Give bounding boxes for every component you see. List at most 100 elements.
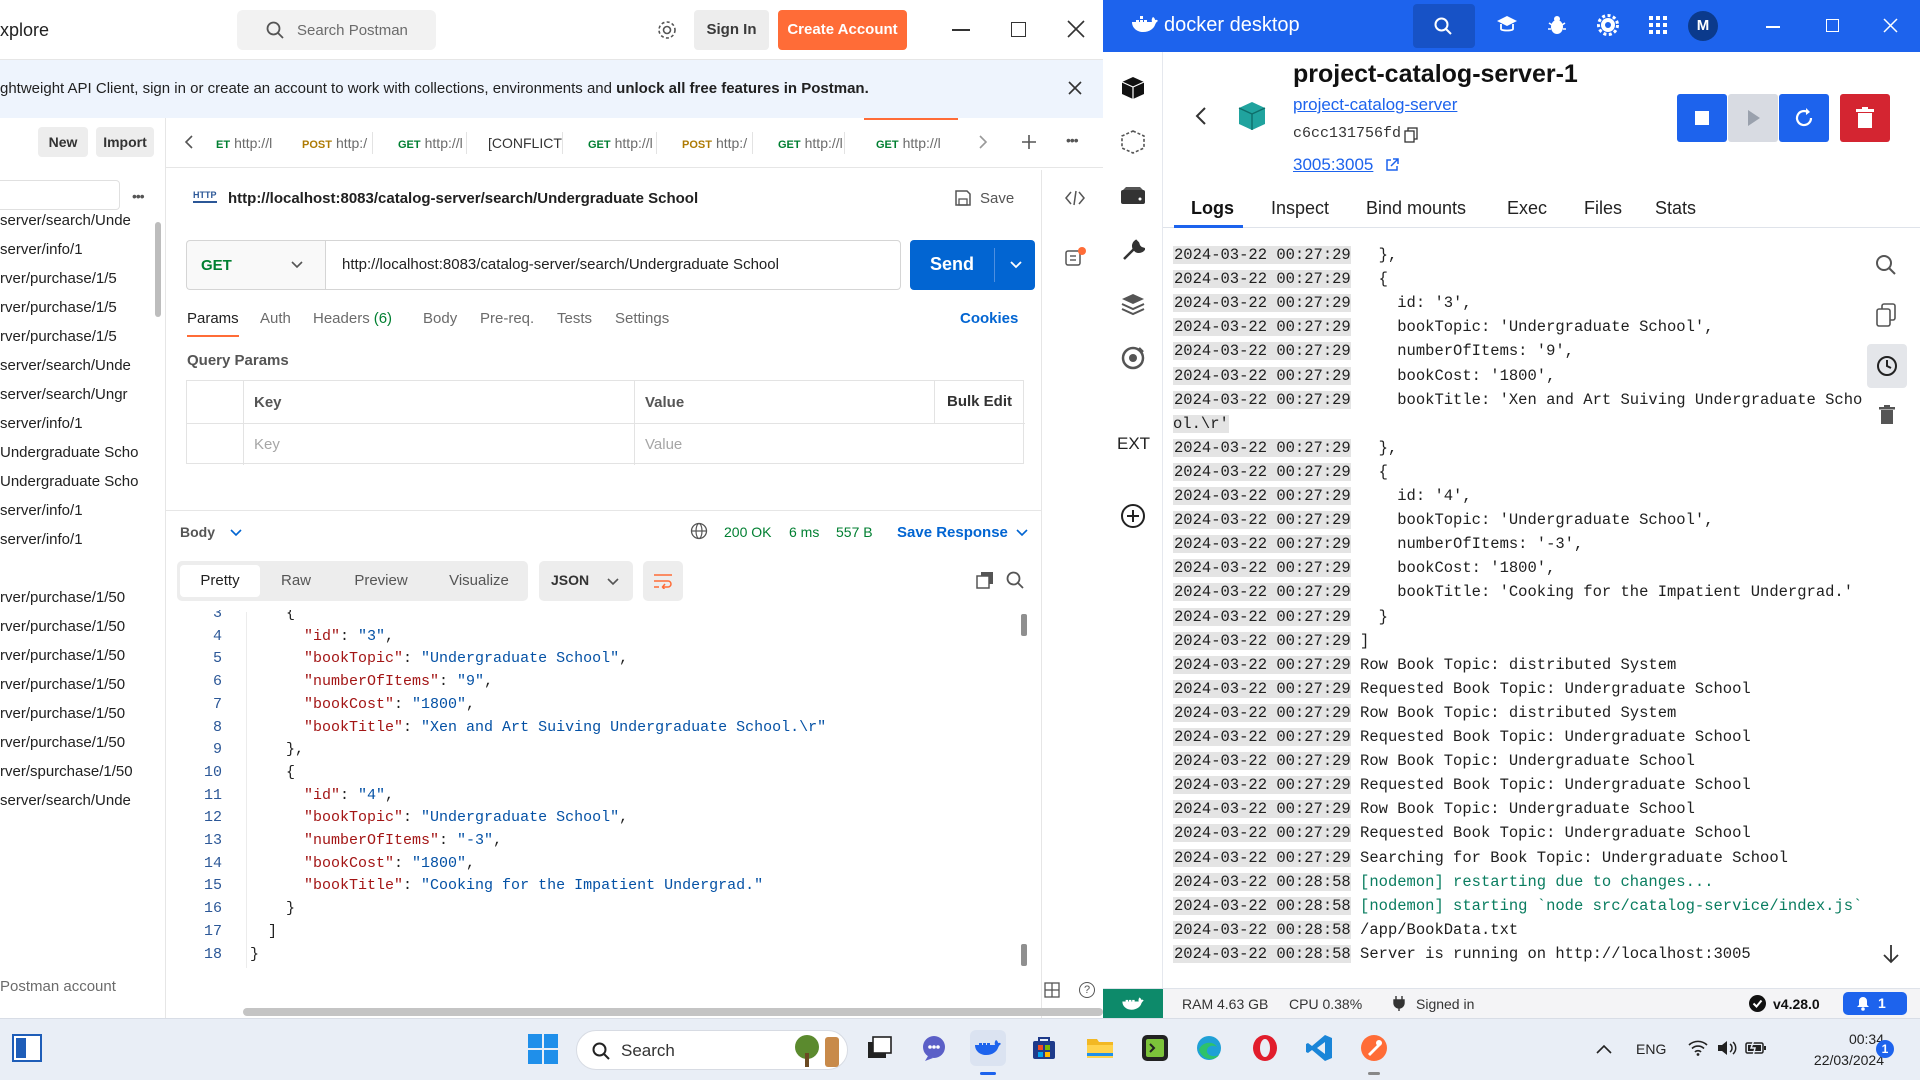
request-tab[interactable]: [CONFLICT <box>488 118 568 168</box>
opera-browser-icon[interactable] <box>1247 1030 1283 1066</box>
sidebar-item[interactable]: server/info/1 <box>0 522 140 557</box>
microsoft-store-icon[interactable] <box>1026 1030 1062 1066</box>
send-chevron-down-icon[interactable] <box>1010 261 1022 269</box>
clock-date[interactable]: 22/03/2024 <box>1794 1052 1884 1068</box>
value-input[interactable]: Value <box>645 436 682 453</box>
code-scrollbar[interactable] <box>1021 614 1027 636</box>
learning-center-icon[interactable] <box>1496 15 1518 35</box>
globe-icon[interactable] <box>690 522 708 540</box>
restart-button[interactable] <box>1779 94 1829 142</box>
request-tab-active[interactable]: GET http://l <box>876 118 956 168</box>
cookies-link[interactable]: Cookies <box>960 310 1018 327</box>
save-response-button[interactable]: Save Response <box>897 524 1008 541</box>
docker-minimize-icon[interactable] <box>1766 26 1780 28</box>
documentation-icon[interactable] <box>1064 247 1086 269</box>
troubleshoot-bug-icon[interactable] <box>1547 14 1567 36</box>
request-tab[interactable]: POST http:/ <box>682 118 762 168</box>
minimize-icon[interactable] <box>952 29 970 31</box>
request-subtab-auth[interactable]: Auth <box>260 310 291 327</box>
save-request-button[interactable]: Save <box>950 186 1018 212</box>
terminal-app-icon[interactable] <box>1137 1030 1173 1066</box>
wifi-icon[interactable] <box>1688 1040 1708 1056</box>
images-nav-icon[interactable] <box>1117 126 1149 158</box>
docker-close-icon[interactable] <box>1883 18 1898 33</box>
docker-tab-inspect[interactable]: Inspect <box>1271 198 1329 219</box>
request-tab[interactable]: ET http://l <box>216 118 296 168</box>
file-explorer-icon[interactable] <box>1082 1030 1118 1066</box>
import-button[interactable]: Import <box>96 127 154 157</box>
extensions-grid-icon[interactable] <box>1649 16 1667 34</box>
builds-wrench-icon[interactable] <box>1117 234 1149 266</box>
tabs-scroll-right-icon[interactable] <box>978 135 988 149</box>
horizontal-scrollbar[interactable] <box>243 1008 1103 1016</box>
docker-taskbar-icon[interactable] <box>970 1030 1006 1066</box>
start-windows-icon[interactable] <box>528 1034 558 1064</box>
url-input[interactable]: http://localhost:8083/catalog-server/sea… <box>325 240 901 290</box>
signed-in-status[interactable]: Signed in <box>1416 996 1474 1012</box>
send-button[interactable]: Send <box>910 240 1035 290</box>
dev-environments-icon[interactable] <box>1117 288 1149 320</box>
engine-status[interactable] <box>1103 989 1163 1018</box>
request-subtab-prereq[interactable]: Pre-req. <box>480 310 534 327</box>
settings-gear-icon[interactable] <box>656 19 678 41</box>
taskbar-search-box[interactable]: Search <box>576 1030 848 1070</box>
battery-icon[interactable] <box>1745 1040 1767 1056</box>
notifications-badge[interactable]: 1 <box>1843 992 1907 1015</box>
code-scrollbar-bottom[interactable] <box>1021 944 1027 966</box>
log-copy-icon[interactable] <box>1876 303 1896 327</box>
format-select[interactable]: JSON <box>539 561 633 601</box>
body-chevron-down-icon[interactable] <box>230 529 242 537</box>
docker-tab-bind-mounts[interactable]: Bind mounts <box>1366 198 1466 219</box>
back-chevron-icon[interactable] <box>1195 106 1207 126</box>
vscode-icon[interactable] <box>1301 1030 1337 1066</box>
docker-tab-stats[interactable]: Stats <box>1655 198 1696 219</box>
sidebar-item[interactable]: server/search/Unde <box>0 783 140 818</box>
project-link[interactable]: project-catalog-server <box>1293 95 1457 115</box>
tray-chevron-up-icon[interactable] <box>1596 1044 1612 1054</box>
containers-nav-icon[interactable] <box>1117 72 1149 104</box>
key-input[interactable]: Key <box>254 436 280 453</box>
search-box[interactable]: Search Postman <box>237 10 436 50</box>
new-tab-plus-icon[interactable] <box>1021 134 1037 150</box>
status-code[interactable]: 200 OK <box>724 524 771 540</box>
docker-scout-icon[interactable] <box>1117 342 1149 374</box>
layout-toggle-icon[interactable] <box>1044 982 1060 998</box>
view-pretty[interactable]: Pretty <box>180 565 260 597</box>
docker-tab-files[interactable]: Files <box>1584 198 1622 219</box>
tabs-more-icon[interactable]: ••• <box>1066 132 1079 148</box>
timestamps-toggle[interactable] <box>1867 344 1907 388</box>
sign-in-button[interactable]: Sign In <box>694 10 769 50</box>
log-search-icon[interactable] <box>1875 254 1897 276</box>
tabs-scroll-left-icon[interactable] <box>184 135 194 149</box>
log-viewer[interactable]: 2024-03-22 00:27:29 }, 2024-03-22 00:27:2… <box>1163 238 1908 980</box>
edge-browser-icon[interactable] <box>1191 1030 1227 1066</box>
request-subtab-tests[interactable]: Tests <box>557 310 592 327</box>
maximize-icon[interactable] <box>1011 22 1026 37</box>
port-link[interactable]: 3005:3005 <box>1293 155 1373 175</box>
start-button[interactable] <box>1728 94 1778 142</box>
volumes-nav-icon[interactable] <box>1117 180 1149 212</box>
view-visualize[interactable]: Visualize <box>436 565 522 597</box>
save-response-chevron-icon[interactable] <box>1016 529 1028 537</box>
scroll-to-bottom-icon[interactable] <box>1882 944 1900 964</box>
code-snippet-icon[interactable] <box>1064 189 1086 207</box>
docker-tab-exec[interactable]: Exec <box>1507 198 1547 219</box>
volume-icon[interactable] <box>1717 1040 1737 1056</box>
help-icon[interactable]: ? <box>1079 982 1095 998</box>
language-indicator[interactable]: ENG <box>1636 1041 1666 1057</box>
response-size[interactable]: 557 B <box>836 524 873 540</box>
stop-button[interactable] <box>1677 94 1727 142</box>
notification-center-badge[interactable]: 1 <box>1876 1040 1894 1058</box>
new-button[interactable]: New <box>38 127 88 157</box>
version-label[interactable]: v4.28.0 <box>1773 996 1820 1012</box>
postman-taskbar-icon[interactable] <box>1356 1030 1392 1066</box>
user-avatar[interactable]: M <box>1688 11 1718 41</box>
close-icon[interactable] <box>1067 20 1085 38</box>
request-subtab-settings[interactable]: Settings <box>615 310 669 327</box>
request-tab[interactable]: POST http:/ <box>302 118 382 168</box>
docker-tab-logs[interactable]: Logs <box>1191 198 1234 219</box>
search-response-icon[interactable] <box>1005 570 1025 590</box>
response-body-label[interactable]: Body <box>180 524 215 540</box>
response-time[interactable]: 6 ms <box>789 524 819 540</box>
external-link-icon[interactable] <box>1385 158 1399 172</box>
